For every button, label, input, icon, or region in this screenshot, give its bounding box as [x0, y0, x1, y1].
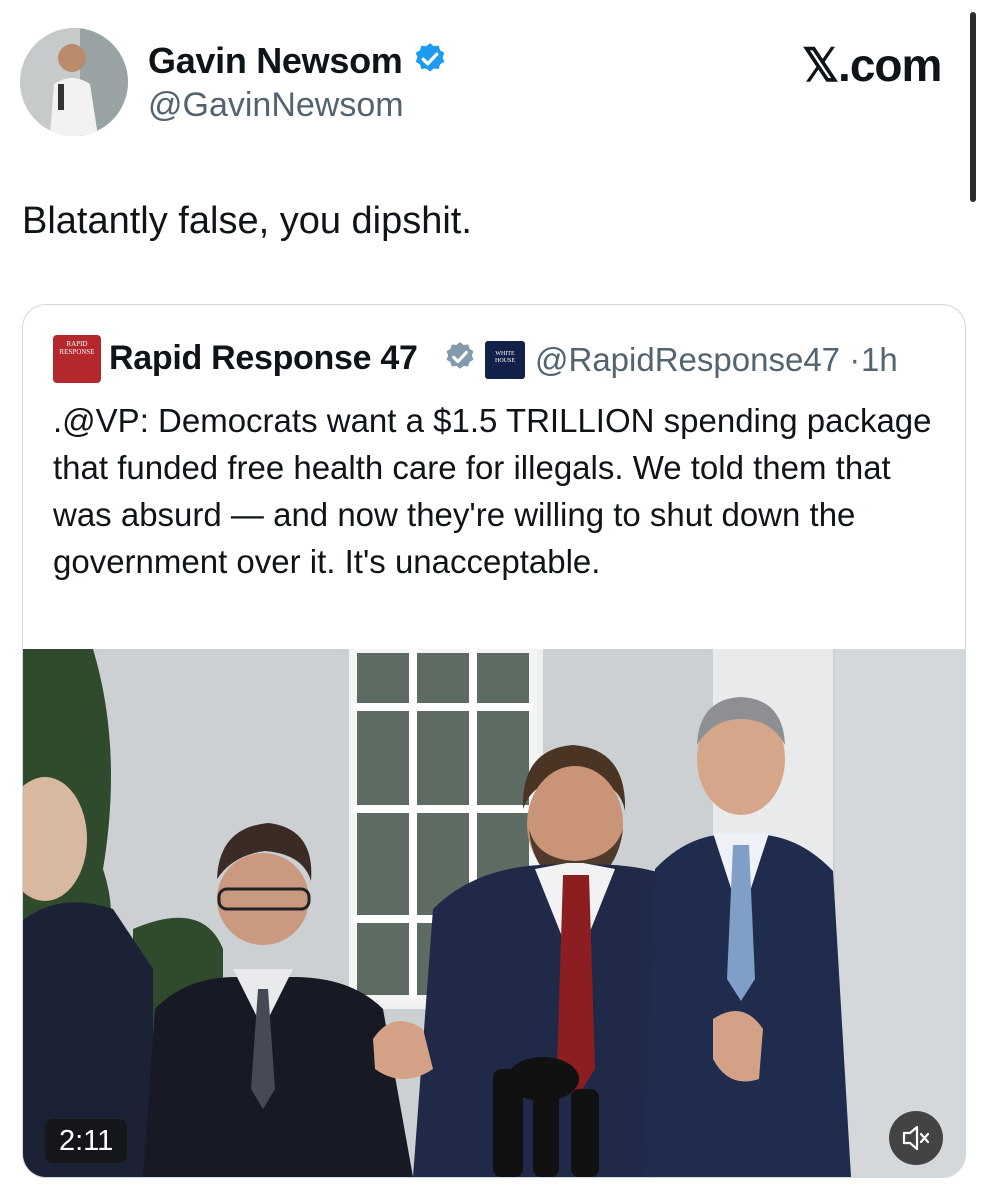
quoted-tweet[interactable]: RAPID RESPONSE Rapid Response 47 WHITE H…	[22, 304, 966, 1178]
video-frame	[23, 649, 965, 1177]
video-duration: 2:11	[45, 1119, 128, 1163]
quoted-tweet-text: .@VP: Democrats want a $1.5 TRILLION spe…	[53, 402, 932, 580]
scrollbar[interactable]	[970, 12, 976, 202]
gray-verified-badge-icon	[446, 342, 474, 369]
quoted-author-name[interactable]: Rapid Response 47	[109, 339, 418, 378]
verified-badge-icon	[415, 43, 445, 72]
separator-dot: ·	[849, 341, 861, 378]
quoted-avatar[interactable]: RAPID RESPONSE	[53, 335, 101, 383]
x-logo: 𝕏.com	[802, 39, 942, 91]
white-house-affiliate-badge[interactable]: WHITE HOUSE	[485, 341, 525, 379]
author-avatar[interactable]	[20, 28, 128, 136]
tweet-text: Blatantly false, you dipshit.	[22, 200, 472, 242]
video-player[interactable]: 2:11	[23, 649, 965, 1177]
quoted-author-handle[interactable]: @RapidResponse47 ·	[535, 341, 860, 379]
avatar-photo	[20, 28, 128, 136]
quoted-handle-text: @RapidResponse47	[535, 341, 841, 378]
mute-button[interactable]	[889, 1111, 943, 1165]
author-handle[interactable]: @GavinNewsom	[148, 86, 404, 125]
author-name[interactable]: Gavin Newsom	[148, 40, 403, 82]
speaker-muted-icon	[902, 1125, 930, 1151]
quoted-timestamp[interactable]: 1h	[861, 341, 898, 379]
